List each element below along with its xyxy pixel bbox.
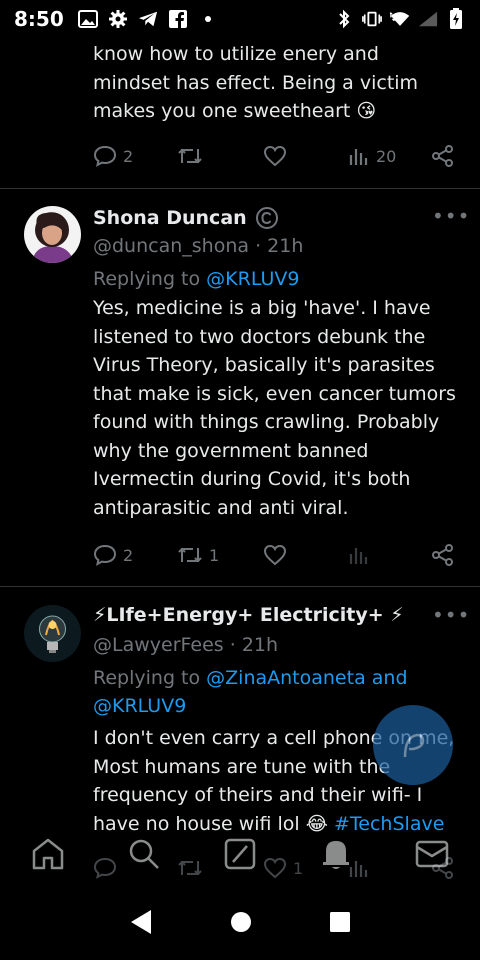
compose-button[interactable] [373,705,453,785]
handle[interactable]: @LawyerFees [93,634,224,656]
separator-dot: · [249,235,268,257]
divider [0,586,480,587]
replying-to-label: Replying to [93,268,207,290]
tweet-header: ⚡LIfe+Energy+ Electricity+ ⚡ [93,604,404,626]
status-time: 8:50 [14,7,64,31]
messages-icon [415,840,449,868]
display-name[interactable]: Shona Duncan [93,207,247,229]
heart-icon [263,145,287,167]
tweet-line: mindset has effect. Being a victim [93,71,419,94]
retweet-button[interactable] [177,142,203,170]
status-left-icons [77,9,218,29]
handle-line: @duncan_shona · 21h [93,235,303,257]
nav-messages[interactable] [412,834,452,874]
recents-button[interactable] [329,911,351,937]
reply-button[interactable]: 2 [93,142,133,170]
tweet-text-fragment: know how to utilize enery and mindset ha… [93,40,463,126]
avatar[interactable] [24,605,81,662]
nav-grok[interactable] [220,834,260,874]
copyright-badge-icon [255,207,278,229]
handle[interactable]: @duncan_shona [93,235,249,257]
like-button[interactable] [263,142,287,170]
nav-home[interactable] [28,834,68,874]
like-button[interactable] [263,541,287,569]
home-icon [32,838,64,870]
views-icon [349,548,368,564]
views-icon [349,149,368,165]
reply-icon [93,544,117,566]
status-bar: 8:50 [0,0,480,38]
retweet-icon [178,547,202,563]
share-icon [432,145,453,167]
status-right-icons [334,8,466,29]
facebook-icon [168,9,188,29]
reply-count: 2 [123,146,134,166]
avatar[interactable] [24,206,81,263]
display-name[interactable]: ⚡LIfe+Energy+ Electricity+ ⚡ [93,604,404,626]
views-button[interactable]: 20 [348,142,396,170]
tweet-line: know how to utilize enery and [93,43,379,65]
replying-to-link[interactable]: @KRLUV9 [206,268,299,290]
telegram-icon [138,9,158,29]
settings-icon [108,9,128,29]
more-options-icon[interactable]: ••• [432,603,470,627]
replying-to-label: Replying to [93,667,207,689]
reply-button[interactable]: 2 [93,541,133,569]
gallery-icon [77,9,98,29]
timestamp[interactable]: 21h [267,235,303,257]
dot-icon [198,9,218,29]
tweet-actions: 2 1 [93,541,458,569]
compose-icon [403,733,425,758]
share-button[interactable] [431,541,455,569]
signal-icon [418,9,438,29]
tweet-text: Yes, medicine is a big 'have'. I have li… [93,297,456,519]
back-button[interactable] [129,909,153,939]
tweet-actions: 2 20 [93,142,458,170]
views-count: 20 [376,146,397,166]
nav-search[interactable] [124,834,164,874]
search-icon [129,839,159,869]
back-icon [130,910,151,934]
heart-icon [263,544,287,566]
nav-notifications[interactable] [316,834,356,874]
home-button[interactable] [230,911,252,937]
android-nav-bar [0,888,480,960]
recents-icon [330,912,351,932]
more-options-icon[interactable]: ••• [432,204,470,228]
notifications-icon [323,841,349,869]
retweet-icon [178,148,202,164]
wifi-icon [390,9,410,29]
views-button[interactable] [348,541,370,569]
handle-line: @LawyerFees · 21h [93,634,278,656]
tweet-line: makes you one sweetheart 😘 [93,100,377,122]
share-button[interactable] [431,142,455,170]
reply-icon [93,145,117,167]
grok-icon [224,838,256,870]
divider [0,188,480,189]
reply-count: 2 [123,545,134,565]
retweet-count: 1 [209,545,220,565]
home-circle-icon [230,912,251,932]
timestamp[interactable]: 21h [242,634,278,656]
battery-icon [446,8,466,29]
share-icon [432,544,453,566]
separator-dot: · [223,634,242,656]
vibrate-icon [362,9,382,29]
bluetooth-icon [334,9,354,29]
retweet-button[interactable]: 1 [177,541,219,569]
bottom-nav [0,814,480,888]
replying-to: Replying to @KRLUV9 [93,265,463,293]
tweet-header: Shona Duncan [93,206,279,230]
